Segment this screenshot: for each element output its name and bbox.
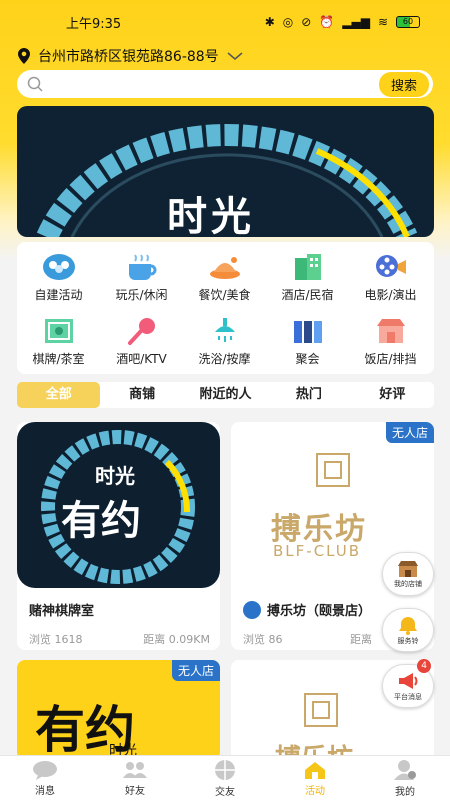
- message-count-badge: 4: [417, 659, 431, 673]
- location-address: 台州市路桥区银苑路86-88号: [38, 49, 219, 65]
- category-label: 餐饮/美食: [198, 288, 251, 302]
- category-label: 自建活动: [34, 288, 83, 302]
- chevron-down-icon: [227, 52, 243, 60]
- store-views: 浏览 1618: [29, 633, 83, 646]
- battery-icon: 60: [396, 16, 420, 28]
- bell-icon: [399, 616, 417, 635]
- filter-tabs: 全部 商铺 附近的人 热门 好评: [17, 382, 434, 408]
- category-label: 酒店/民宿: [281, 288, 334, 302]
- globe-icon: [215, 759, 235, 780]
- category-label: 电影/演出: [364, 288, 417, 302]
- store-distance: 距离 0.09KM: [143, 633, 210, 646]
- category-label: 棋牌/茶室: [32, 352, 85, 366]
- store-card[interactable]: 时光 有约 赌神棋牌室 浏览 1618 距离 0.09KM: [17, 422, 220, 650]
- promo-banner[interactable]: 时光: [17, 106, 434, 237]
- unmanned-store-badge: 无人店: [171, 660, 220, 681]
- my-shop-button[interactable]: 我的店铺: [382, 552, 434, 596]
- store-logo-text-top: 时光: [95, 464, 135, 488]
- search-button[interactable]: 搜索: [378, 71, 429, 97]
- store-name: 赌神棋牌室: [29, 604, 95, 619]
- alarm-icon: ⏰: [319, 15, 335, 29]
- store-distance: 距离: [350, 633, 372, 646]
- group-icon: [42, 252, 76, 282]
- store-logo-text-sub: BLF-CLUB: [273, 542, 362, 560]
- bluetooth-icon: ✱: [264, 15, 275, 29]
- store-emblem: [304, 693, 338, 727]
- shower-icon: [208, 316, 242, 346]
- category-hotel[interactable]: 酒店/民宿: [266, 246, 349, 306]
- unmanned-store-badge: 无人店: [385, 422, 434, 443]
- category-bath-massage[interactable]: 洗浴/按摩: [183, 310, 266, 370]
- nav-social[interactable]: 交友: [180, 756, 270, 800]
- film-icon: [374, 252, 408, 282]
- category-dining[interactable]: 餐饮/美食: [183, 246, 266, 306]
- party-icon: [291, 316, 325, 346]
- megaphone-icon: [399, 672, 418, 689]
- tab-good-reviews[interactable]: 好评: [351, 382, 434, 408]
- store-image: 有约 时光 无人店: [17, 660, 220, 760]
- nav-profile[interactable]: 我的: [360, 756, 450, 800]
- store-stats: 浏览 1618 距离 0.09KM: [17, 619, 220, 647]
- tab-nearby-people[interactable]: 附近的人: [184, 382, 267, 408]
- nav-messages[interactable]: 消息: [0, 756, 90, 800]
- category-label: 酒吧/KTV: [116, 352, 167, 366]
- store-image: 时光 有约: [17, 422, 220, 588]
- category-movies[interactable]: 电影/演出: [349, 246, 432, 306]
- store-views: 浏览 86: [243, 633, 283, 646]
- search-bar[interactable]: 搜索: [17, 70, 433, 98]
- category-chess[interactable]: 棋牌/茶室: [17, 310, 100, 370]
- category-restaurant[interactable]: 饭店/排挡: [349, 310, 432, 370]
- store-logo-text-main: 有约: [61, 498, 141, 544]
- vibrate-icon: ◎: [282, 15, 294, 29]
- user-icon: [394, 759, 416, 780]
- bottom-navigation: 消息 好友 交友 活动 我的: [0, 755, 450, 800]
- banner-title: 时光: [167, 194, 255, 237]
- signal-icon: ▂▄▆: [342, 15, 370, 29]
- store-avatar-icon: [243, 600, 261, 619]
- shop-icon: [398, 560, 418, 577]
- tab-all[interactable]: 全部: [17, 382, 101, 408]
- location-selector[interactable]: 台州市路桥区银苑路86-88号: [18, 46, 243, 66]
- wifi-icon: ≋: [377, 15, 388, 29]
- chess-icon: [42, 316, 76, 346]
- search-input[interactable]: [51, 76, 379, 92]
- category-leisure[interactable]: 玩乐/休闲: [100, 246, 183, 306]
- nav-activities[interactable]: 活动: [270, 756, 360, 800]
- status-icons: ✱ ◎ ⊘ ⏰ ▂▄▆ ≋ 60: [265, 15, 420, 29]
- store-emblem: [316, 453, 350, 487]
- tab-shops[interactable]: 商铺: [100, 382, 183, 408]
- search-icon: [27, 76, 43, 92]
- category-grid: 自建活动 玩乐/休闲 餐饮/美食 酒店/民宿 电影/演出 棋牌/茶室 酒吧/KT…: [17, 242, 434, 374]
- platform-messages-button[interactable]: 平台消息 4: [382, 659, 434, 708]
- mute-icon: ⊘: [301, 15, 312, 29]
- friends-icon: [123, 761, 147, 778]
- category-custom-activity[interactable]: 自建活动: [17, 246, 100, 306]
- nav-friends[interactable]: 好友: [90, 756, 180, 800]
- location-pin-icon: [18, 48, 30, 64]
- chat-icon: [33, 760, 57, 780]
- category-party[interactable]: 聚会: [266, 310, 349, 370]
- store-card[interactable]: 有约 时光 无人店: [17, 660, 220, 760]
- restaurant-icon: [374, 316, 408, 346]
- coffee-icon: [125, 252, 159, 282]
- microphone-icon: [125, 316, 159, 346]
- tab-popular[interactable]: 热门: [267, 382, 350, 408]
- category-label: 聚会: [295, 352, 320, 366]
- status-time: 上午9:35: [66, 16, 122, 32]
- service-bell-button[interactable]: 服务铃: [382, 608, 434, 652]
- category-bar-ktv[interactable]: 酒吧/KTV: [100, 310, 183, 370]
- category-label: 洗浴/按摩: [198, 352, 251, 366]
- food-icon: [208, 252, 242, 282]
- status-bar: 上午9:35 ✱ ◎ ⊘ ⏰ ▂▄▆ ≋ 60: [0, 0, 450, 44]
- category-label: 玩乐/休闲: [115, 288, 168, 302]
- home-icon: [305, 761, 325, 779]
- hotel-icon: [291, 252, 325, 282]
- category-label: 饭店/排挡: [364, 352, 417, 366]
